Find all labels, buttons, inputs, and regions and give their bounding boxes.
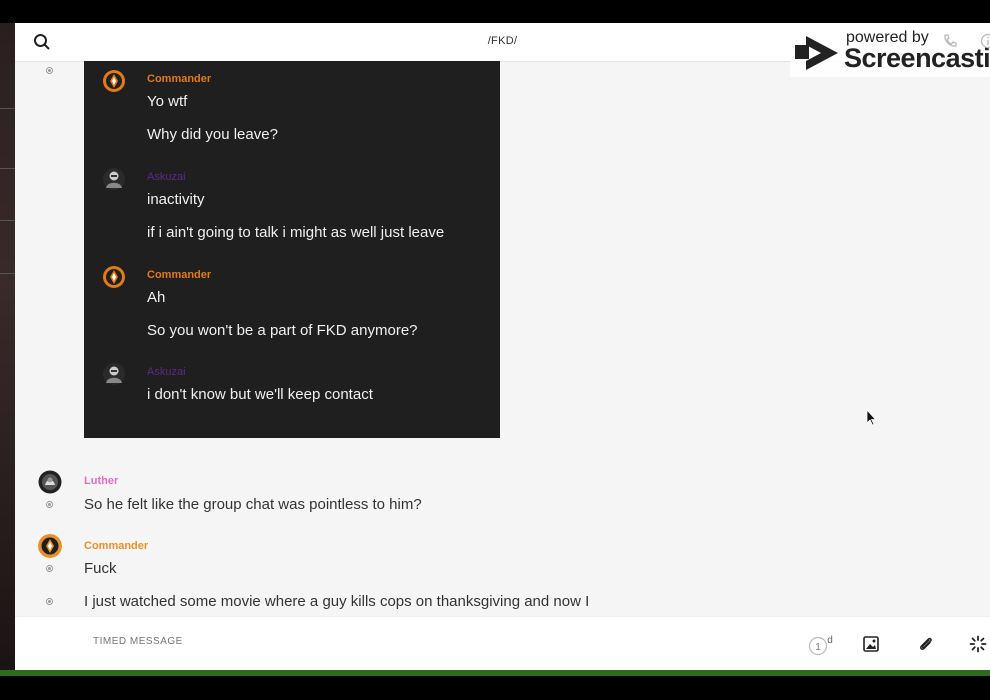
phone-icon[interactable] xyxy=(942,33,958,49)
image-icon[interactable] xyxy=(863,636,879,652)
background-window-strip xyxy=(0,23,15,670)
read-status-icon xyxy=(46,598,53,605)
askuzai-avatar-icon xyxy=(103,168,125,190)
askuzai-avatar-icon xyxy=(103,363,125,385)
message-text: So he felt like the group chat was point… xyxy=(84,496,422,513)
sparkle-icon[interactable] xyxy=(969,635,987,653)
background-window-edge xyxy=(0,670,990,676)
screenshot-line: inactivity xyxy=(147,191,205,208)
message-author[interactable]: Commander xyxy=(84,540,148,552)
screencastify-watermark: powered by Screencastify xyxy=(790,29,990,77)
message-text: I just watched some movie where a guy ki… xyxy=(84,593,590,610)
screenshot-line: if i ain't going to talk i might as well… xyxy=(147,224,445,241)
screenshot-line: i don't know but we'll keep contact xyxy=(147,386,373,403)
screenshot-author: Askuzai xyxy=(147,366,186,378)
luther-avatar-icon[interactable] xyxy=(38,470,62,494)
screenshot-author: Commander xyxy=(147,269,212,281)
screenshot-line: So you won't be a part of FKD anymore? xyxy=(147,322,418,339)
timer-unit: d xyxy=(827,635,833,646)
screenshot-line: Yo wtf xyxy=(147,93,188,110)
read-status-icon xyxy=(46,67,53,74)
screenshot-line: Why did you leave? xyxy=(147,126,278,143)
screencastify-logo-icon xyxy=(795,36,838,70)
message-author[interactable]: Luther xyxy=(84,475,118,487)
timer-value: 1 xyxy=(815,642,821,653)
timer-icon: 1 d xyxy=(808,635,833,656)
shared-screenshot-image[interactable]: Commander Yo wtf Why did you leave? Asku… xyxy=(84,61,500,438)
commander-avatar-icon[interactable] xyxy=(38,534,62,558)
message-input[interactable] xyxy=(91,635,395,648)
screenshot-author: Commander xyxy=(147,73,212,85)
message-composer: 1 d xyxy=(15,616,990,670)
commander-avatar-icon xyxy=(103,266,125,288)
paperclip-icon[interactable] xyxy=(917,635,935,653)
message-text: Fuck xyxy=(84,560,117,577)
commander-avatar-icon xyxy=(103,70,125,92)
read-status-icon xyxy=(46,565,53,572)
read-status-icon xyxy=(46,501,53,508)
chat-app: /FKD/ powered by Screencastify Commander… xyxy=(15,23,990,670)
timer-button[interactable]: 1 d xyxy=(808,635,834,656)
screenshot-author: Askuzai xyxy=(147,171,186,183)
screenshot-line: Ah xyxy=(147,289,166,306)
watermark-brand: Screencastify xyxy=(844,43,990,73)
info-icon[interactable] xyxy=(980,33,990,49)
mouse-cursor-icon xyxy=(867,410,877,426)
